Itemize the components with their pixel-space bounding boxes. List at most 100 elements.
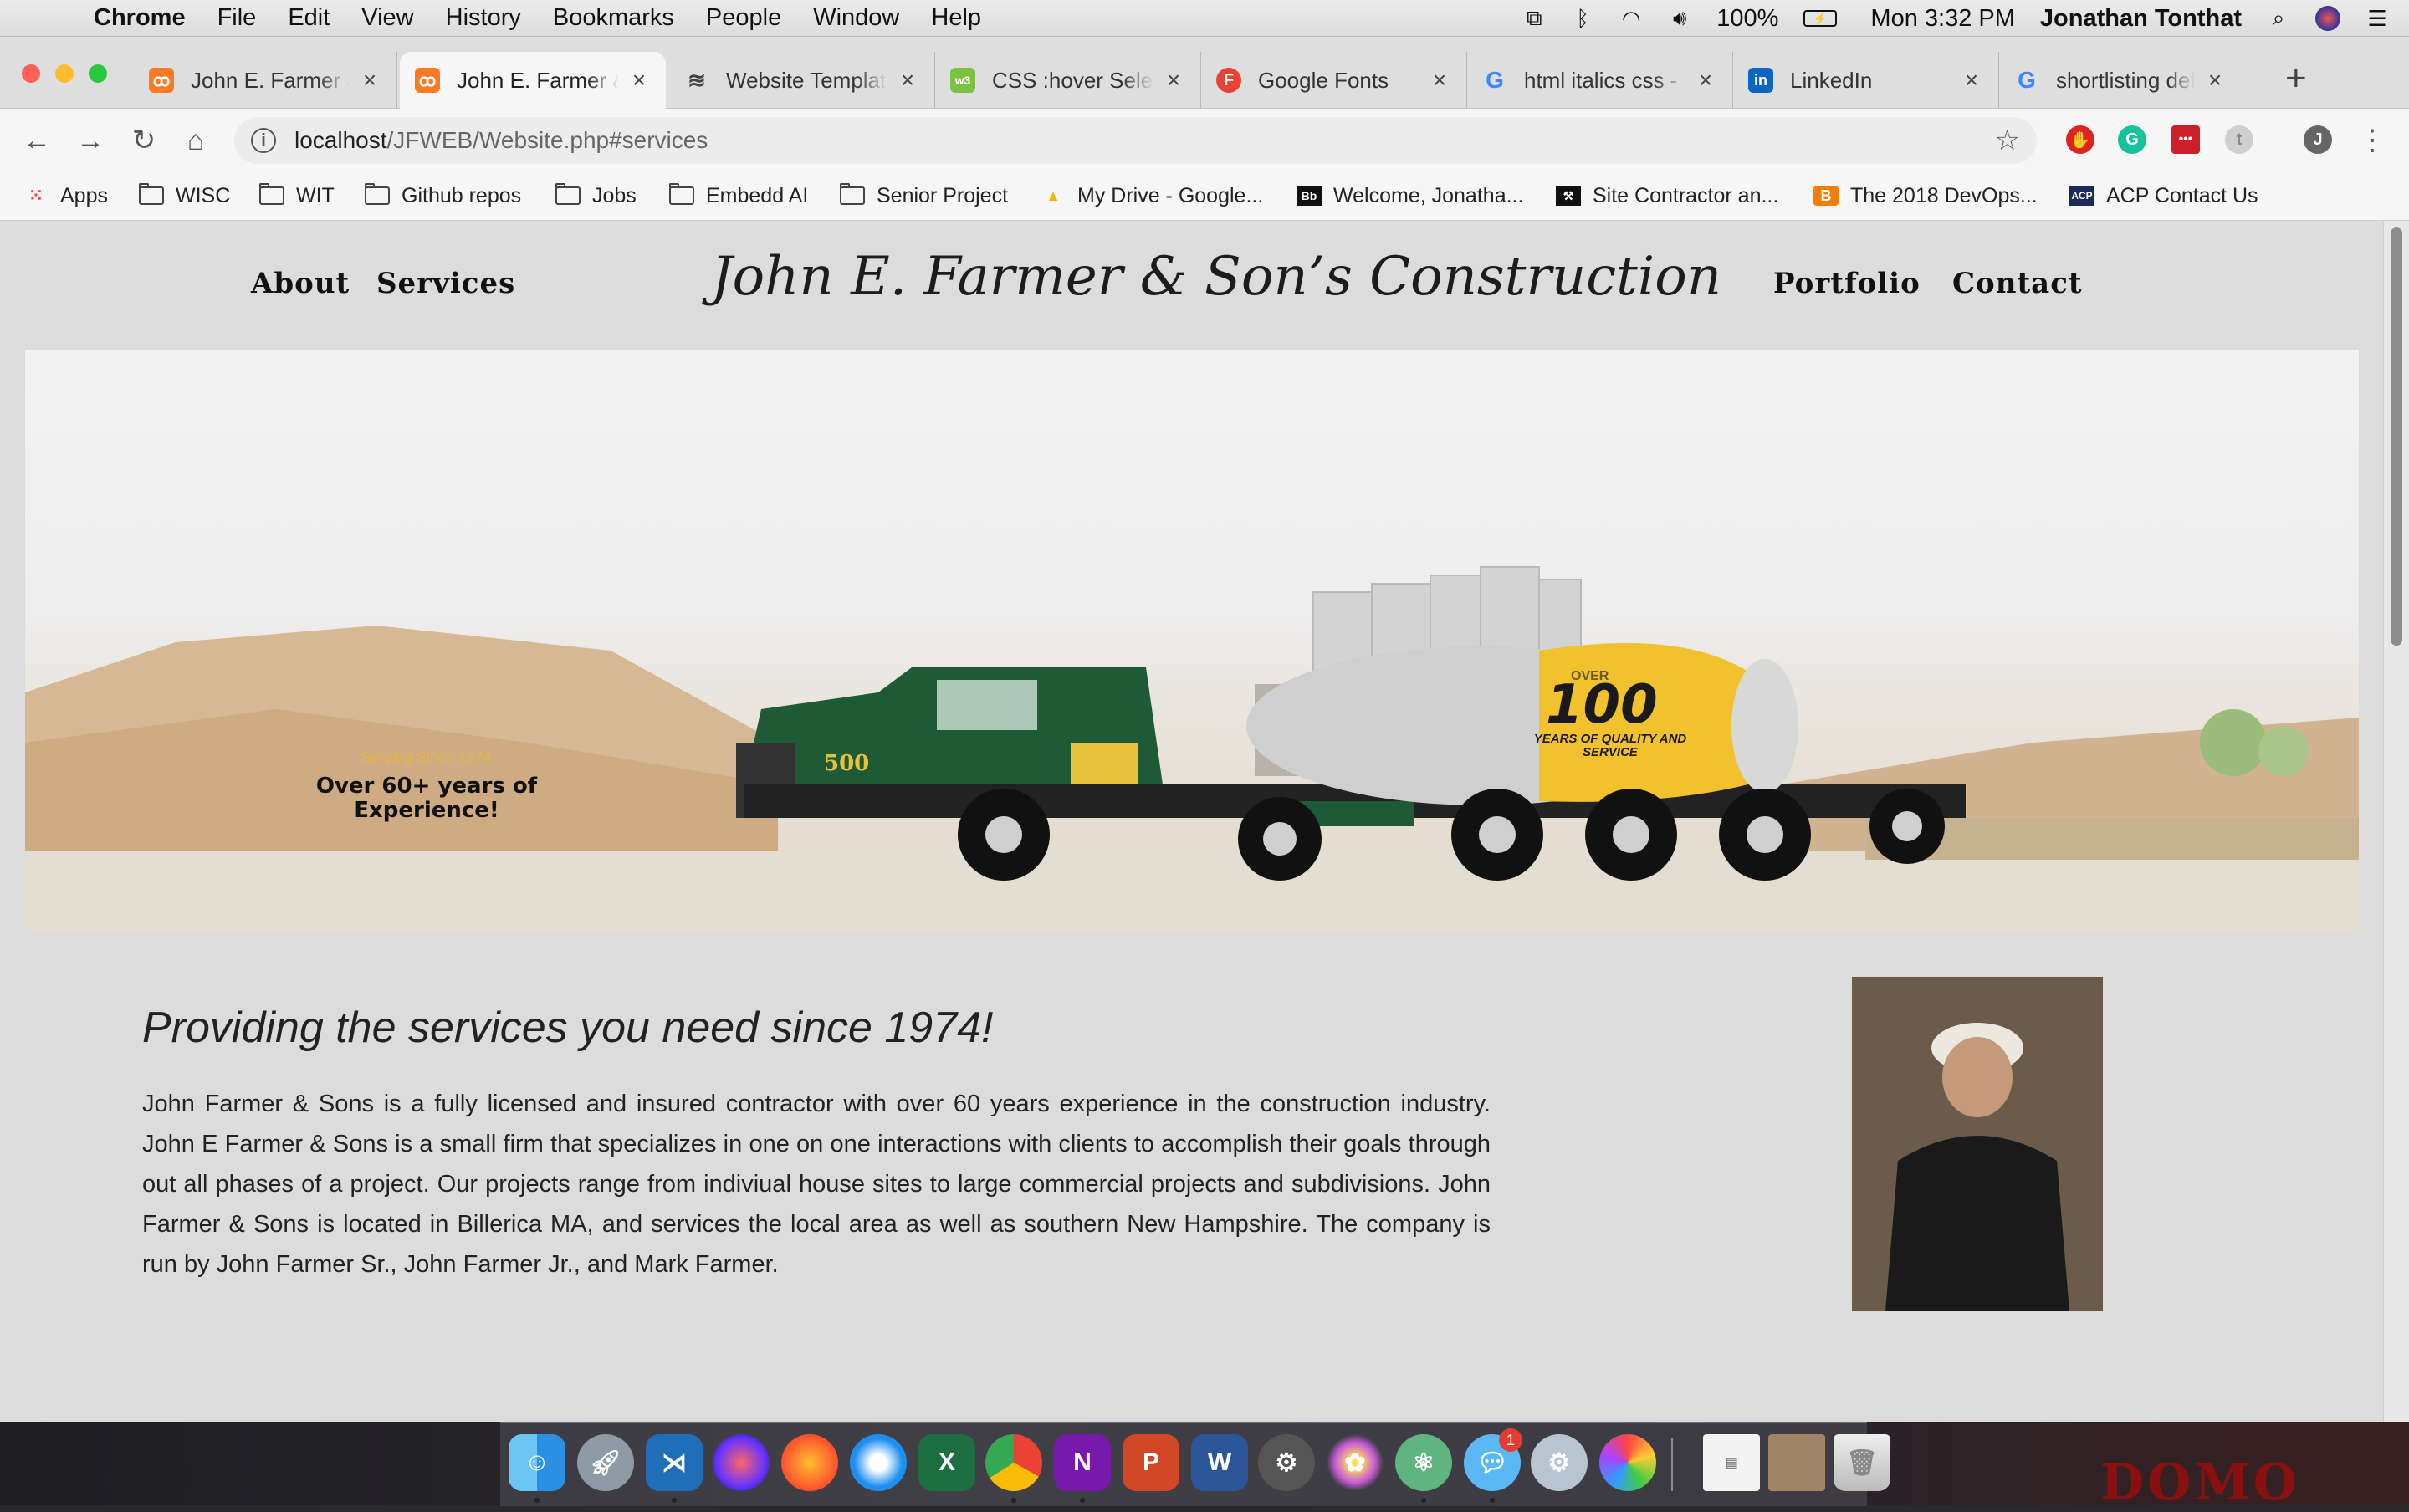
back-arrow-icon[interactable]: ← xyxy=(17,120,57,161)
chrome-menu-icon[interactable]: ⋮ xyxy=(2352,120,2392,161)
bookmark-acp[interactable]: ACP ACP Contact Us xyxy=(2069,181,2258,211)
tab-close-icon[interactable]: × xyxy=(627,67,651,94)
page-scrollbar[interactable] xyxy=(2383,221,2409,1422)
menu-user[interactable]: Jonathan Tonthat xyxy=(2040,5,2242,33)
launchpad-icon[interactable]: 🚀︎ xyxy=(577,1434,634,1491)
tab-close-icon[interactable]: × xyxy=(2203,67,2227,94)
nav-about-link[interactable]: About xyxy=(251,267,350,300)
nav-services-link[interactable]: Services xyxy=(376,267,515,300)
onenote-icon[interactable]: N xyxy=(1054,1434,1111,1491)
zoom-window-button[interactable] xyxy=(89,64,107,83)
menu-history[interactable]: History xyxy=(446,4,521,32)
photos-icon[interactable] xyxy=(1599,1434,1656,1491)
home-icon[interactable]: ⌂ xyxy=(176,120,216,161)
folder-icon xyxy=(139,183,164,205)
bluetooth-icon[interactable]: ᛒ xyxy=(1571,6,1594,31)
menu-help[interactable]: Help xyxy=(931,4,981,32)
menu-view[interactable]: View xyxy=(361,4,413,32)
wifi-icon[interactable]: ◠ xyxy=(1619,6,1643,31)
extension-icon[interactable]: t xyxy=(2225,125,2253,154)
tab-close-icon[interactable]: × xyxy=(896,67,919,94)
nav-portfolio-link[interactable]: Portfolio xyxy=(1773,267,1921,300)
trash-icon[interactable]: 🗑︎ xyxy=(1834,1434,1890,1491)
browser-tab[interactable]: in LinkedIn × xyxy=(1733,52,1999,109)
tab-close-icon[interactable]: × xyxy=(1694,67,1717,94)
spotlight-search-icon[interactable]: ⌕ xyxy=(2267,5,2290,31)
firefox-icon[interactable] xyxy=(781,1434,838,1491)
bookmark-blackboard[interactable]: Bb Welcome, Jonatha... xyxy=(1297,181,1523,211)
menu-bookmarks[interactable]: Bookmarks xyxy=(553,4,674,32)
lastpass-extension-icon[interactable]: ••• xyxy=(2171,125,2200,154)
bookmark-site-contractor[interactable]: ⚒ Site Contractor an... xyxy=(1556,181,1778,211)
bookmark-star-icon[interactable]: ☆ xyxy=(1995,124,2020,157)
blogger-icon: B xyxy=(1813,186,1839,206)
grammarly-extension-icon[interactable]: G xyxy=(2118,125,2146,154)
menu-people[interactable]: People xyxy=(706,4,781,32)
siri-menu-icon[interactable] xyxy=(2315,6,2340,31)
powerpoint-icon[interactable]: P xyxy=(1123,1434,1179,1491)
menu-file[interactable]: File xyxy=(217,4,257,32)
close-window-button[interactable] xyxy=(22,64,40,83)
excel-icon[interactable]: X xyxy=(918,1434,975,1491)
new-tab-button[interactable]: + xyxy=(2285,60,2307,97)
siri-icon[interactable] xyxy=(713,1434,770,1491)
bookmark-apps[interactable]: ⁙ Apps xyxy=(23,181,108,211)
word-icon[interactable]: W xyxy=(1191,1434,1248,1491)
finder-icon[interactable]: ☺ xyxy=(509,1434,565,1491)
bookmark-folder-wisc[interactable]: WISC xyxy=(139,181,230,211)
minimize-window-button[interactable] xyxy=(55,64,74,83)
profile-avatar[interactable]: J xyxy=(2304,125,2332,154)
forward-arrow-icon[interactable]: → xyxy=(70,120,110,161)
bookmark-google-drive[interactable]: ▲ My Drive - Google... xyxy=(1041,181,1263,211)
browser-tab[interactable]: ꝏ John E. Farmer & × xyxy=(134,52,397,109)
bookmark-devops[interactable]: B The 2018 DevOps... xyxy=(1813,181,2038,211)
browser-tab[interactable]: w3 CSS :hover Selec × xyxy=(935,52,1201,109)
tab-close-icon[interactable]: × xyxy=(1428,67,1451,94)
atom-icon[interactable]: ⚛ xyxy=(1395,1434,1452,1491)
page-viewport: About Services John E. Farmer & Son’s Co… xyxy=(0,221,2409,1422)
address-bar[interactable]: i localhost/JFWEB/Website.php#services ☆ xyxy=(234,117,2037,164)
vscode-icon[interactable]: ⋊ xyxy=(646,1434,703,1491)
tab-close-icon[interactable]: × xyxy=(1162,67,1185,94)
bookmark-folder-senior[interactable]: Senior Project xyxy=(840,181,1008,211)
adblock-extension-icon[interactable]: ✋ xyxy=(2066,125,2094,154)
template-icon: ≋ xyxy=(688,67,706,93)
settings-icon[interactable]: ⚙ xyxy=(1531,1434,1588,1491)
browser-tab[interactable]: F Google Fonts × xyxy=(1201,52,1467,109)
bookmark-folder-embedd[interactable]: Embedd AI xyxy=(669,181,808,211)
notification-center-icon[interactable]: ☰ xyxy=(2366,6,2389,31)
site-info-icon[interactable]: i xyxy=(251,128,276,153)
services-headline: Providing the services you need since 19… xyxy=(142,1004,994,1052)
chrome-icon[interactable] xyxy=(985,1434,1042,1491)
macos-menu-bar: Chrome File Edit View History Bookmarks … xyxy=(0,0,2409,37)
tab-title: John E. Farmer & xyxy=(457,67,619,93)
menu-window[interactable]: Window xyxy=(813,4,899,32)
tab-close-icon[interactable]: × xyxy=(1960,67,1983,94)
nav-contact-link[interactable]: Contact xyxy=(1952,267,2083,300)
safari-icon[interactable] xyxy=(850,1434,907,1491)
flower-app-icon[interactable]: ✿ xyxy=(1327,1434,1384,1491)
tab-close-icon[interactable]: × xyxy=(358,67,381,94)
menu-edit[interactable]: Edit xyxy=(288,4,330,32)
bookmark-folder-github[interactable]: Github repos xyxy=(365,181,521,211)
services-body-text: John Farmer & Sons is a fully licensed a… xyxy=(142,1091,1491,1278)
browser-tab-active[interactable]: ꝏ John E. Farmer & × xyxy=(400,52,666,109)
menu-clock[interactable]: Mon 3:32 PM xyxy=(1870,5,2014,33)
menu-app-name[interactable]: Chrome xyxy=(94,4,186,32)
battery-icon[interactable]: ⚡ xyxy=(1803,10,1838,27)
document-stack-icon[interactable]: ▤ xyxy=(1703,1434,1760,1491)
apps-grid-icon: ⁙ xyxy=(28,185,44,206)
image-stack-icon[interactable] xyxy=(1768,1434,1825,1491)
screen-mirror-icon[interactable]: ⧉ xyxy=(1522,5,1546,31)
system-prefs-icon[interactable]: ⚙ xyxy=(1258,1434,1315,1491)
browser-tab[interactable]: G shortlisting defin × xyxy=(1999,52,2242,109)
reload-icon[interactable]: ↻ xyxy=(124,120,164,161)
bookmark-folder-jobs[interactable]: Jobs xyxy=(555,181,637,211)
bookmark-folder-wit[interactable]: WIT xyxy=(259,181,335,211)
bookmark-label: ACP Contact Us xyxy=(2106,183,2258,207)
browser-tab[interactable]: G html italics css - × xyxy=(1467,52,1733,109)
folder-icon xyxy=(259,183,284,205)
browser-tab[interactable]: ≋ Website Templat × xyxy=(669,52,935,109)
scrollbar-thumb[interactable] xyxy=(2391,227,2402,646)
volume-icon[interactable]: 🔊︎ xyxy=(1668,5,1691,31)
